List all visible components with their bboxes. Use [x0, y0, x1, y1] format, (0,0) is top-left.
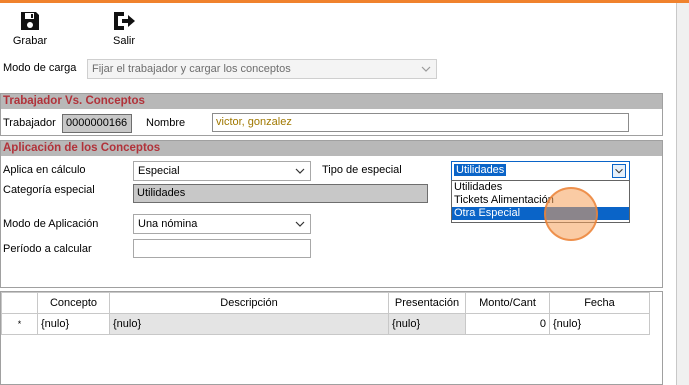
period-label: Período a calcular [3, 243, 92, 255]
column-header-descripcion[interactable]: Descripción [109, 292, 389, 314]
chevron-down-icon [295, 168, 305, 174]
special-category-field[interactable]: Utilidades [133, 184, 428, 203]
right-panel-edge [676, 3, 689, 385]
window-top-accent-bar [0, 0, 689, 3]
worker-label: Trabajador [3, 117, 56, 129]
table-row[interactable]: * {nulo} {nulo} {nulo} 0 {nulo} [1, 313, 650, 335]
column-header-presentacion[interactable]: Presentación [388, 292, 466, 314]
cell-fecha[interactable]: {nulo} [549, 313, 650, 335]
chevron-down-icon [421, 66, 431, 72]
application-mode-select[interactable]: Una nómina [133, 214, 311, 234]
column-header-concepto[interactable]: Concepto [37, 292, 110, 314]
grid-corner-cell [1, 292, 38, 314]
dropdown-option-utilidades[interactable]: Utilidades [452, 181, 629, 194]
special-type-select[interactable]: Utilidades [451, 161, 630, 181]
floppy-disk-icon [21, 12, 39, 30]
name-label: Nombre [146, 117, 186, 129]
dropdown-option-otra-especial[interactable]: Otra Especial [452, 207, 629, 220]
applies-in-calc-value: Especial [138, 165, 180, 177]
dropdown-option-tickets-alimentacion[interactable]: Tickets Alimentación [452, 194, 629, 207]
applies-in-calc-select[interactable]: Especial [133, 161, 311, 181]
special-category-label: Categoría especial [3, 184, 95, 196]
special-type-label: Tipo de especial [322, 164, 402, 176]
exit-button-label: Salir [112, 35, 135, 47]
special-type-dropdown-list: Utilidades Tickets Alimentación Otra Esp… [451, 180, 630, 223]
load-mode-select[interactable]: Fijar el trabajador y cargar los concept… [87, 59, 437, 79]
exit-icon [114, 12, 135, 30]
chevron-down-icon [295, 221, 305, 227]
column-header-monto-cant[interactable]: Monto/Cant [465, 292, 550, 314]
cell-monto-cant[interactable]: 0 [465, 313, 550, 335]
name-field[interactable]: victor, gonzalez [212, 113, 629, 132]
concepts-grid[interactable]: Concepto Descripción Presentación Monto/… [0, 291, 663, 385]
load-mode-label: Modo de carga [3, 62, 77, 74]
save-button-label: Grabar [12, 35, 48, 47]
period-input[interactable] [133, 239, 311, 258]
cell-concepto[interactable]: {nulo} [37, 313, 110, 335]
worker-code-field[interactable]: 0000000166 [62, 114, 132, 133]
chevron-down-icon [612, 164, 626, 178]
applies-in-calc-label: Aplica en cálculo [3, 164, 86, 176]
column-header-fecha[interactable]: Fecha [549, 292, 650, 314]
application-mode-value: Una nómina [138, 218, 198, 230]
concepts-section-title: Aplicación de los Conceptos [1, 141, 662, 156]
cell-presentacion[interactable]: {nulo} [388, 313, 466, 335]
new-row-marker: * [1, 313, 38, 335]
save-button[interactable]: Grabar [10, 10, 50, 47]
worker-section-title: Trabajador Vs. Conceptos [1, 94, 662, 109]
load-mode-value: Fijar el trabajador y cargar los concept… [92, 63, 291, 75]
exit-button[interactable]: Salir [104, 10, 144, 47]
grid-header-row: Concepto Descripción Presentación Monto/… [1, 292, 650, 314]
cell-descripcion[interactable]: {nulo} [109, 313, 389, 335]
special-type-value: Utilidades [454, 164, 507, 176]
application-mode-label: Modo de Aplicación [3, 218, 99, 230]
